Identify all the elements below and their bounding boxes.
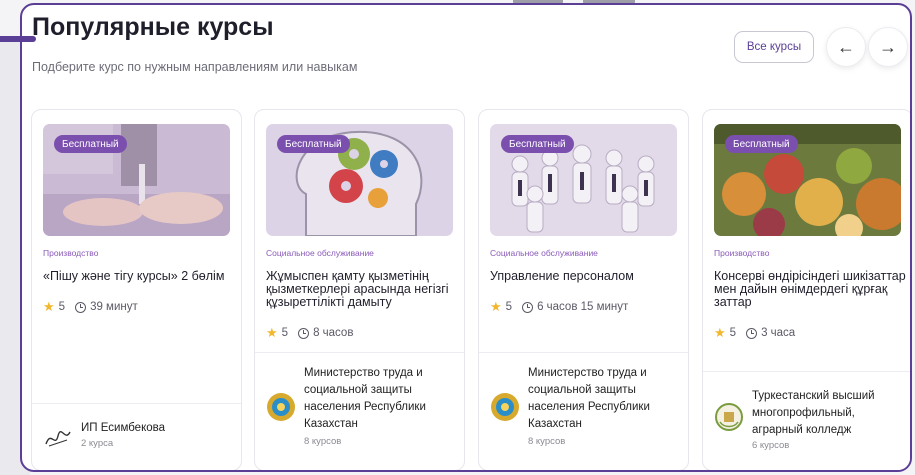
star-icon: ★ [266, 325, 278, 340]
course-rating: 5 [729, 327, 737, 339]
organization-course-count: 8 курсов [528, 436, 566, 447]
course-meta: ★ 5 8 часов [266, 325, 353, 341]
course-category: Социальное обслуживание [266, 248, 374, 258]
team-figures-illustration: Бесплатный [490, 124, 677, 236]
clock-icon [298, 327, 310, 339]
course-rating: 5 [281, 327, 289, 339]
organization-course-count: 2 курса [81, 438, 114, 449]
course-rating: 5 [58, 301, 66, 313]
organization-name[interactable]: Министерство труда и социальной защиты н… [528, 365, 683, 433]
star-icon: ★ [490, 299, 502, 314]
course-meta: ★ 5 39 минут [43, 299, 138, 315]
college-crest-icon [714, 402, 744, 432]
sewing-machine-photo: Бесплатный [43, 124, 230, 236]
card-divider [703, 371, 910, 372]
section-title: Популярные курсы [32, 13, 274, 41]
course-duration: 8 часов [313, 327, 354, 339]
carousel-next-button[interactable]: → [868, 27, 908, 67]
organization-name[interactable]: Министерство труда и социальной защиты н… [304, 365, 459, 433]
course-duration: 3 часа [761, 327, 796, 339]
clock-icon [75, 301, 87, 313]
kazakhstan-emblem-icon [266, 392, 296, 422]
star-icon: ★ [43, 299, 55, 314]
course-meta: ★ 5 3 часа [714, 325, 795, 341]
clock-icon [746, 327, 758, 339]
course-card[interactable]: Бесплатный Социальное обслуживание Жұмыс… [254, 109, 465, 470]
free-badge: Бесплатный [725, 135, 798, 153]
course-title[interactable]: Управление персоналом [490, 270, 682, 283]
course-card[interactable]: Бесплатный Социальное обслуживание Управ… [478, 109, 689, 470]
all-courses-button[interactable]: Все курсы [734, 31, 814, 63]
course-title[interactable]: «Пішу және тігу курсы» 2 бөлім [43, 270, 235, 283]
course-category: Социальное обслуживание [490, 248, 598, 258]
course-category: Производство [43, 248, 99, 258]
course-duration: 6 часов 15 минут [537, 301, 629, 313]
course-card[interactable]: Бесплатный Производство «Пішу және тігу … [31, 109, 242, 470]
free-badge: Бесплатный [501, 135, 574, 153]
vegetables-photo: Бесплатный [714, 124, 901, 236]
course-title[interactable]: Консерві өндірісіндегі шикізаттар мен да… [714, 270, 906, 309]
carousel-prev-button[interactable]: ← [826, 27, 866, 67]
clock-icon [522, 301, 534, 313]
course-card[interactable]: Бесплатный Производство Консерві өндіріс… [702, 109, 910, 470]
course-rating: 5 [505, 301, 513, 313]
signature-logo-icon [43, 422, 73, 452]
organization-name[interactable]: Туркестанский высший многопрофильный, аг… [752, 388, 907, 439]
free-badge: Бесплатный [277, 135, 350, 153]
course-meta: ★ 5 6 часов 15 минут [490, 299, 628, 315]
course-duration: 39 минут [90, 301, 138, 313]
free-badge: Бесплатный [54, 135, 127, 153]
arrow-left-icon: ← [837, 36, 855, 57]
course-title[interactable]: Жұмыспен қамту қызметінің қызметкерлері … [266, 270, 458, 309]
arrow-right-icon: → [879, 36, 897, 57]
star-icon: ★ [714, 325, 726, 340]
kazakhstan-emblem-icon [490, 392, 520, 422]
card-divider [32, 403, 241, 404]
accent-bar [0, 36, 36, 42]
card-divider [479, 352, 688, 353]
head-gears-illustration: Бесплатный [266, 124, 453, 236]
organization-course-count: 8 курсов [304, 436, 342, 447]
section-subtitle: Подберите курс по нужным направлениям ил… [32, 60, 358, 74]
card-divider [255, 352, 464, 353]
organization-course-count: 6 курсов [752, 440, 790, 451]
course-category: Производство [714, 248, 770, 258]
popular-courses-section: Популярные курсы Подберите курс по нужны… [20, 3, 912, 472]
organization-name[interactable]: ИП Есимбекова [81, 420, 236, 437]
